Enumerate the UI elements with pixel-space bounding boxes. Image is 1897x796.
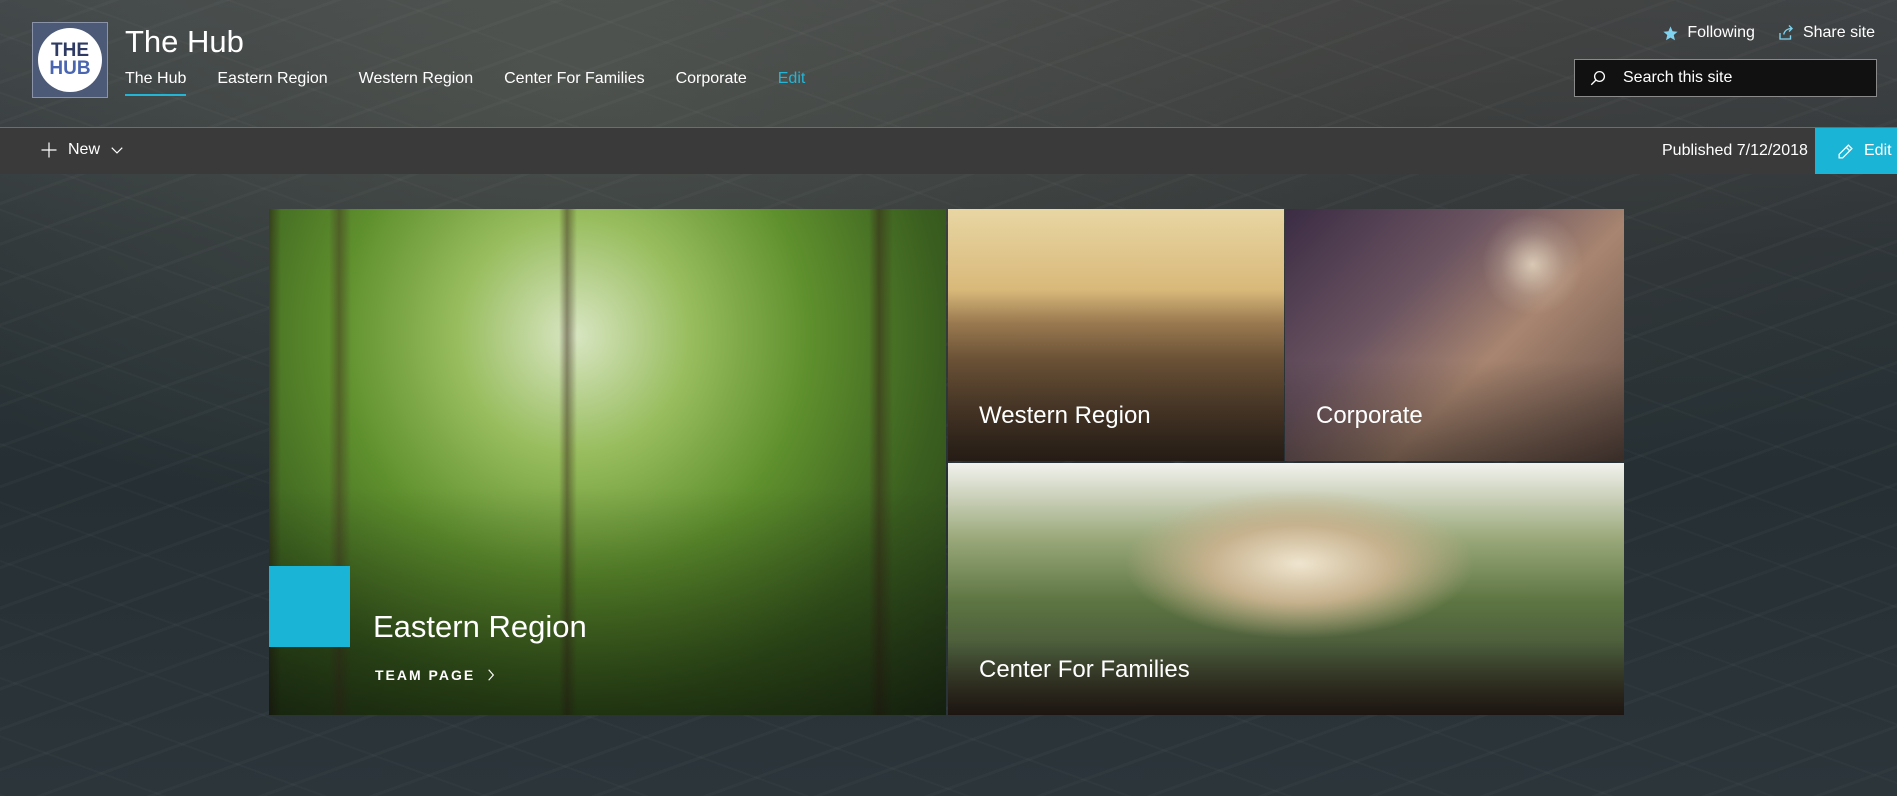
new-button[interactable]: New: [40, 141, 124, 159]
hero-tile-eastern-region[interactable]: Eastern Region TEAM PAGE: [269, 209, 946, 715]
tile-title-western-region: Western Region: [979, 402, 1151, 429]
team-page-label: TEAM PAGE: [375, 667, 476, 683]
hero-tile-western-region[interactable]: Western Region: [948, 209, 1284, 461]
star-icon: [1663, 25, 1678, 40]
nav-item-the-hub[interactable]: The Hub: [125, 70, 187, 96]
tile-title-center-for-families: Center For Families: [979, 656, 1190, 683]
chevron-right-icon: [488, 669, 495, 681]
pencil-icon: [1838, 143, 1853, 159]
hub-navigation: The Hub Eastern Region Western Region Ce…: [125, 70, 805, 96]
share-site-button[interactable]: Share site: [1777, 24, 1875, 42]
share-icon: [1779, 25, 1793, 40]
logo-text-bottom: HUB: [49, 58, 91, 79]
new-label: New: [68, 141, 101, 158]
logo-circle: THE HUB: [38, 28, 102, 92]
following-label: Following: [1687, 24, 1755, 41]
site-logo[interactable]: THE HUB: [32, 22, 108, 98]
site-title[interactable]: The Hub: [125, 24, 244, 60]
site-header: THE HUB The Hub The Hub Eastern Region W…: [0, 0, 1897, 126]
nav-edit-link[interactable]: Edit: [778, 70, 806, 96]
nav-item-corporate[interactable]: Corporate: [676, 70, 747, 96]
search-icon: [1590, 70, 1606, 86]
chevron-down-icon: [111, 147, 123, 154]
top-actions: Following Share site: [1662, 24, 1875, 42]
tile-title-eastern-region: Eastern Region: [373, 609, 587, 644]
accent-square: [269, 566, 350, 647]
hero-tile-corporate[interactable]: Corporate: [1285, 209, 1624, 461]
plus-icon: [41, 142, 57, 158]
hero-tile-center-for-families[interactable]: Center For Families: [948, 463, 1624, 715]
hero-tiles: Eastern Region TEAM PAGE Western Region …: [269, 209, 1624, 715]
tile-title-corporate: Corporate: [1316, 402, 1423, 429]
nav-item-center-for-families[interactable]: Center For Families: [504, 70, 644, 96]
search-input[interactable]: [1621, 68, 1855, 88]
nav-item-western-region[interactable]: Western Region: [359, 70, 473, 96]
edit-label: Edit: [1864, 142, 1892, 159]
following-button[interactable]: Following: [1662, 24, 1755, 42]
command-bar: New Published 7/12/2018 Edit: [0, 127, 1897, 174]
team-page-link[interactable]: TEAM PAGE: [375, 667, 497, 683]
search-box[interactable]: [1574, 59, 1877, 97]
share-site-label: Share site: [1802, 24, 1875, 41]
edit-page-button[interactable]: Edit: [1815, 128, 1897, 174]
published-status: Published 7/12/2018: [1662, 142, 1808, 159]
nav-item-eastern-region[interactable]: Eastern Region: [217, 70, 327, 96]
